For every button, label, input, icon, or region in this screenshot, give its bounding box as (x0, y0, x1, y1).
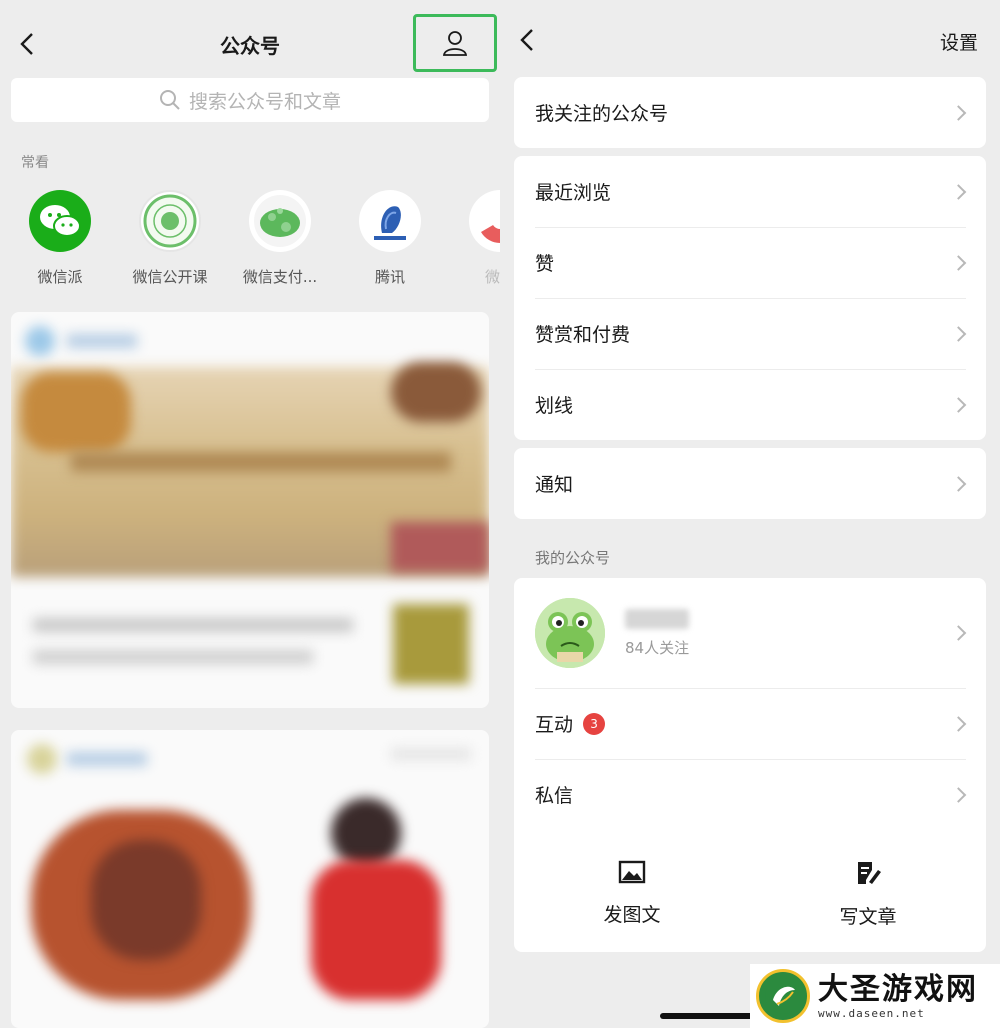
activity-menu-card: 最近浏览 赞 赞赏和付费 划线 (514, 156, 986, 440)
profile-button[interactable] (413, 14, 497, 72)
article-thumbnail-blurred (393, 604, 469, 684)
person-icon (442, 31, 468, 56)
search-icon (159, 90, 180, 110)
article-card[interactable] (11, 730, 489, 1028)
my-accounts-label: 我的公众号 (535, 549, 611, 567)
followed-accounts-item[interactable]: 我关注的公众号 (514, 77, 986, 148)
post-image-button[interactable]: 发图文 (572, 860, 692, 927)
image-icon (618, 860, 646, 884)
menu-item-label: 私信 (535, 785, 574, 807)
watermark-url: www.daseen.net (818, 1006, 925, 1020)
frequent-accounts: 微信派 微信公开课 微信支付... 腾讯 微 (0, 190, 500, 290)
menu-item-label: 最近浏览 (535, 182, 612, 204)
menu-item-messages[interactable]: 私信 (514, 759, 986, 830)
account-item[interactable]: 微信派 (5, 190, 115, 287)
open-class-logo-icon (139, 190, 201, 252)
cover-food-blurred (21, 372, 131, 452)
timestamp-blurred (391, 748, 471, 760)
chevron-right-icon (950, 475, 967, 492)
cover-face-blurred (91, 840, 201, 960)
my-account-profile[interactable]: 84人关注 (514, 578, 986, 688)
cover-person-head-blurred (331, 798, 401, 868)
menu-item-label: 赞 (535, 253, 555, 275)
account-name-blurred (67, 752, 147, 766)
followed-accounts-label: 我关注的公众号 (535, 103, 669, 125)
article-card[interactable] (11, 312, 489, 708)
account-item[interactable]: 微信公开课 (115, 190, 225, 287)
watermark-title: 大圣游戏网 (818, 971, 978, 1007)
chevron-right-icon (950, 786, 967, 803)
search-placeholder: 搜索公众号和文章 (188, 90, 341, 113)
account-name-blurred (67, 334, 137, 348)
account-avatar-blurred (25, 326, 55, 356)
chevron-right-icon (950, 104, 967, 121)
chevron-right-icon (950, 396, 967, 413)
cover-dish-blurred (391, 362, 481, 422)
account-item[interactable]: 微信支付... (225, 190, 335, 287)
search-input[interactable]: 搜索公众号和文章 (11, 78, 489, 122)
chevron-right-icon (950, 625, 967, 641)
settings-button[interactable]: 设置 (940, 28, 978, 55)
menu-item-recent[interactable]: 最近浏览 (514, 156, 986, 227)
cover-text-blurred (71, 452, 451, 472)
cover-person-body-blurred (311, 860, 441, 1000)
account-name: 腾讯 (374, 268, 405, 286)
chevron-right-icon (950, 325, 967, 342)
frog-avatar (535, 598, 605, 668)
menu-item-label: 赞赏和付费 (535, 324, 631, 346)
post-image-label: 发图文 (603, 904, 661, 926)
account-name: 微信 (484, 268, 500, 286)
menu-item-highlights[interactable]: 划线 (514, 369, 986, 440)
tencent-logo-icon (359, 190, 421, 252)
menu-item-likes[interactable]: 赞 (514, 227, 986, 298)
menu-item-label: 通知 (535, 474, 574, 496)
left-panel: 公众号 搜索公众号和文章 常看 微信派 微信公开课 微信支付... 腾讯 微 (0, 0, 500, 1028)
edit-document-icon (858, 862, 881, 884)
wechat-icon (29, 190, 91, 252)
follower-count: 84人关注 (625, 638, 690, 657)
cover-corner-blurred (391, 522, 489, 572)
article-title-blurred (33, 618, 353, 632)
followed-accounts-card: 我关注的公众号 (514, 77, 986, 148)
my-account-info: 84人关注 (625, 608, 690, 658)
account-name-blurred (625, 608, 689, 629)
menu-item-label: 互动 (535, 714, 574, 736)
chevron-right-icon (950, 183, 967, 200)
site-logo-icon (756, 969, 810, 1023)
write-article-button[interactable]: 写文章 (808, 860, 928, 929)
unread-badge: 3 (583, 712, 606, 735)
chevron-right-icon (950, 715, 967, 732)
back-arrow-icon[interactable] (514, 26, 542, 54)
account-item[interactable]: 腾讯 (335, 190, 445, 287)
account-avatar-blurred (27, 744, 57, 774)
account-item[interactable]: 微信 (445, 190, 500, 287)
article-title-line2-blurred (33, 650, 313, 664)
color-wheel-icon (469, 190, 500, 252)
watermark: 大圣游戏网 www.daseen.net (750, 964, 1000, 1028)
account-name: 微信支付... (242, 268, 318, 286)
menu-item-notifications[interactable]: 通知 (514, 448, 986, 519)
menu-item-label: 划线 (535, 395, 574, 417)
menu-item-rewards[interactable]: 赞赏和付费 (514, 298, 986, 369)
menu-item-interactions[interactable]: 互动 3 (514, 688, 986, 759)
account-name: 微信公开课 (132, 268, 208, 286)
notification-card: 通知 (514, 448, 986, 519)
right-panel: 设置 我关注的公众号 最近浏览 赞 赞赏和付费 划线 通知 我的公众号 84人关… (500, 0, 1000, 1028)
wechat-pay-logo-icon (249, 190, 311, 252)
account-name: 微信派 (37, 268, 83, 286)
chevron-right-icon (950, 254, 967, 271)
frequent-label: 常看 (21, 155, 49, 171)
write-article-label: 写文章 (839, 906, 897, 928)
